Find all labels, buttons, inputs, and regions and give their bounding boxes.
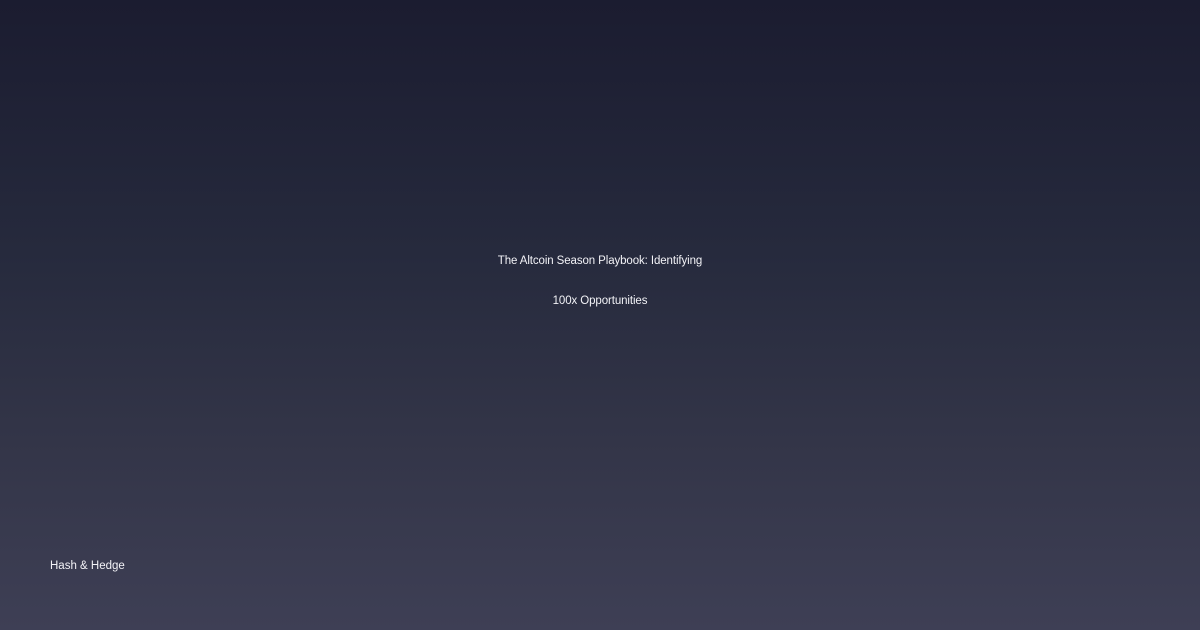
brand-name: Hash & Hedge <box>50 560 125 572</box>
title-line-1: The Altcoin Season Playbook: Identifying <box>497 255 703 267</box>
title-line-2: 100x Opportunities <box>552 295 648 307</box>
share-card: The Altcoin Season Playbook: Identifying… <box>0 0 1200 630</box>
